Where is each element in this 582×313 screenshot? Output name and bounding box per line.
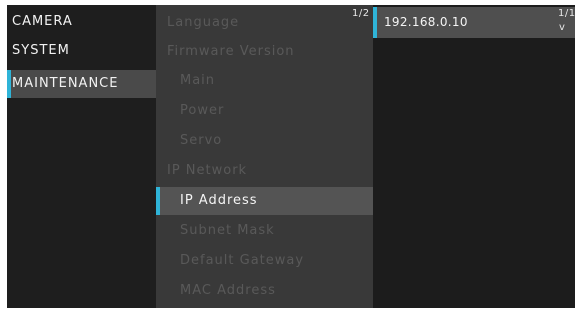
- sub-menu-item-label: Servo: [180, 133, 223, 148]
- sub-menu-item-servo[interactable]: Servo: [156, 127, 373, 155]
- selection-marker: [156, 187, 160, 215]
- sub-menu-item-language[interactable]: Language: [156, 9, 373, 37]
- camera-osd-menu: CAMERA SYSTEM MAINTENANCE Language Firmw…: [7, 5, 575, 308]
- value-panel: 192.168.0.10 1/1 v: [373, 5, 575, 308]
- sub-menu-item-label: IP Address: [180, 193, 258, 208]
- main-menu-item-maintenance[interactable]: MAINTENANCE: [7, 70, 156, 98]
- main-menu-item-system[interactable]: SYSTEM: [7, 37, 156, 65]
- sub-menu-heading-ip-network: IP Network: [156, 157, 373, 185]
- sub-menu-item-label: Main: [180, 73, 216, 88]
- main-menu-item-label: SYSTEM: [12, 43, 70, 58]
- sub-menu-heading-firmware-version: Firmware Version: [156, 38, 373, 66]
- main-menu: CAMERA SYSTEM MAINTENANCE: [7, 5, 156, 308]
- sub-menu: Language Firmware Version Main Power Ser…: [156, 5, 373, 308]
- sub-menu-item-main[interactable]: Main: [156, 67, 373, 95]
- sub-menu-item-label: IP Network: [167, 163, 248, 178]
- sub-menu-item-label: Firmware Version: [167, 44, 295, 59]
- sub-menu-item-label: Power: [180, 103, 225, 118]
- sub-menu-page-indicator: 1/2: [352, 8, 370, 19]
- main-menu-item-camera[interactable]: CAMERA: [7, 8, 156, 36]
- selection-marker: [7, 70, 11, 98]
- selection-marker: [373, 7, 377, 38]
- sub-menu-item-power[interactable]: Power: [156, 97, 373, 125]
- sub-menu-item-subnet-mask[interactable]: Subnet Mask: [156, 217, 373, 245]
- sub-menu-item-label: Language: [167, 15, 240, 30]
- sub-menu-item-default-gateway[interactable]: Default Gateway: [156, 247, 373, 275]
- main-menu-item-label: CAMERA: [12, 14, 73, 29]
- sub-menu-item-label: Subnet Mask: [180, 223, 275, 238]
- main-menu-item-label: MAINTENANCE: [12, 76, 119, 91]
- ip-address-value: 192.168.0.10: [384, 15, 468, 29]
- sub-menu-item-label: Default Gateway: [180, 253, 305, 268]
- sub-menu-item-mac-address[interactable]: MAC Address: [156, 277, 373, 305]
- sub-menu-item-ip-address[interactable]: IP Address: [156, 187, 373, 215]
- chevron-down-icon: v: [559, 22, 565, 33]
- sub-menu-item-label: MAC Address: [180, 283, 276, 298]
- ip-address-value-field[interactable]: 192.168.0.10: [373, 7, 575, 38]
- value-page-indicator: 1/1: [558, 8, 575, 19]
